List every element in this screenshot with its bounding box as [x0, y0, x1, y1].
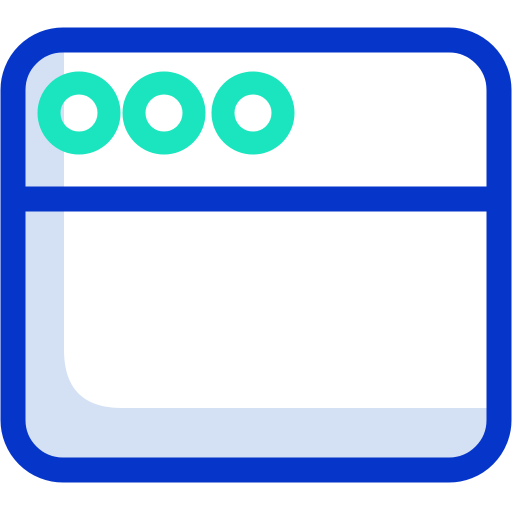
window-control-dot-1	[37, 71, 121, 155]
window-control-dot-2	[122, 71, 206, 155]
window-control-dot-3	[211, 71, 295, 155]
browser-window-graphic	[0, 27, 512, 483]
window-shadow-fill	[25, 40, 487, 470]
browser-window-icon	[0, 0, 512, 512]
